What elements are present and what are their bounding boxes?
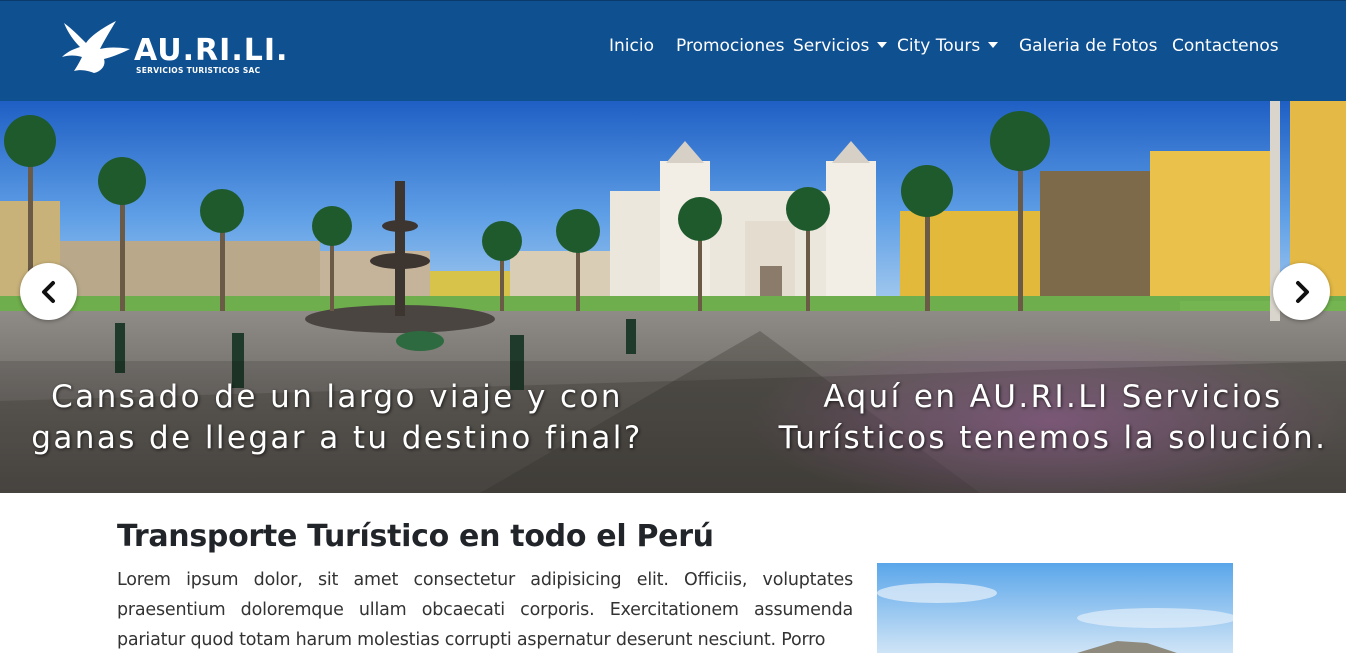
nav-item-contactenos[interactable]: Contactenos: [1172, 34, 1279, 58]
brand-name: AU.RI.LI.: [134, 33, 289, 68]
brand-subtitle: SERVICIOS TURISTICOS SAC: [136, 66, 261, 75]
nav-item-inicio[interactable]: Inicio: [609, 34, 654, 58]
chevron-right-icon: [1295, 280, 1309, 303]
nav-item-servicios[interactable]: Servicios: [793, 34, 888, 58]
nav-label: Galeria de Fotos: [1019, 36, 1158, 56]
chevron-left-icon: [41, 280, 55, 303]
hero-caption-right: Aquí en AU.RI.LI Servicios Turísticos te…: [778, 379, 1328, 456]
nav-item-galeria[interactable]: Galeria de Fotos: [1019, 34, 1157, 58]
nav-label: Contactenos: [1172, 36, 1279, 56]
caret-down-icon: [988, 42, 999, 48]
nav-label: Servicios: [793, 36, 870, 56]
nav-label: Promociones: [676, 36, 785, 56]
nav-item-city-tours[interactable]: City Tours: [897, 34, 999, 58]
nav-label: City Tours: [897, 36, 981, 56]
caret-down-icon: [877, 42, 888, 48]
hero-caption-left: Cansado de un largo viaje y con ganas de…: [31, 379, 643, 456]
page-title: Transporte Turístico en todo el Perú: [117, 519, 714, 554]
tour-photo: [877, 563, 1233, 653]
brand-logo[interactable]: AU.RI.LI. SERVICIOS TURISTICOS SAC: [60, 19, 300, 79]
bird-logo-icon: [62, 21, 130, 73]
carousel-next-button[interactable]: [1273, 263, 1330, 320]
nav-label: Inicio: [609, 36, 654, 56]
carousel-prev-button[interactable]: [20, 263, 77, 320]
nav-item-promociones[interactable]: Promociones: [676, 34, 785, 58]
intro-paragraph: Lorem ipsum dolor, sit amet consectetur …: [117, 570, 853, 650]
hero-carousel: Cansado de un largo viaje y con ganas de…: [0, 101, 1346, 493]
navbar: AU.RI.LI. SERVICIOS TURISTICOS SAC Inici…: [0, 0, 1346, 101]
coast-photo: [877, 563, 1233, 653]
